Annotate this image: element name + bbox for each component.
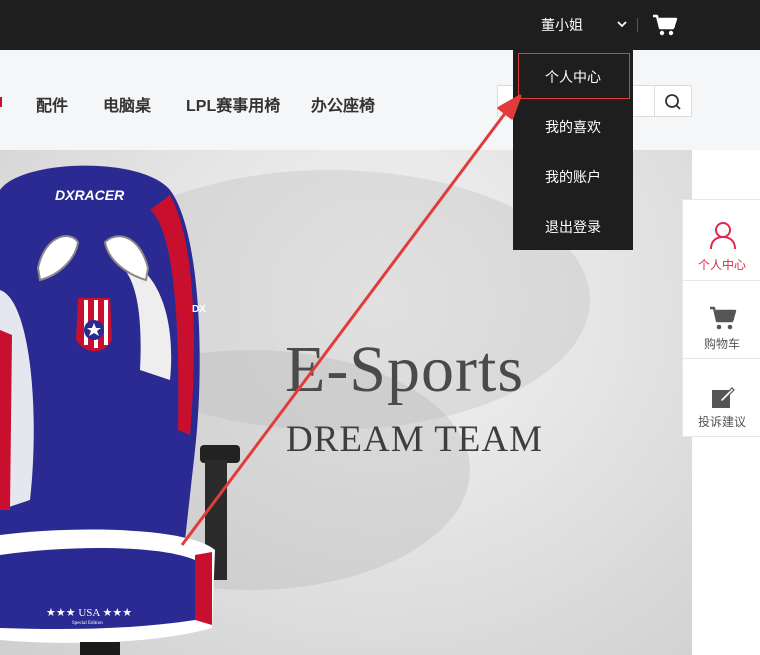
username-link[interactable]: 董小姐 — [541, 15, 583, 35]
user-icon — [709, 220, 737, 255]
chevron-down-icon[interactable] — [616, 17, 628, 36]
side-item-feedback[interactable]: 投诉建议 — [683, 358, 760, 437]
nav-item-partial[interactable] — [0, 97, 2, 107]
nav-item-lpl-chairs[interactable]: LPL赛事用椅 — [186, 92, 280, 116]
side-float-bar: 个人中心 购物车 投诉建议 — [682, 199, 760, 437]
chair-logo-text: DXRACER — [55, 187, 125, 203]
chair-seat-text: ★★★ USA ★★★ — [46, 607, 132, 619]
menu-item-my-account[interactable]: 我的账户 — [513, 167, 633, 187]
chair-badge-text: DX — [192, 304, 206, 315]
annotation-highlight-box — [518, 53, 630, 99]
search-button[interactable] — [655, 85, 692, 117]
banner-subline: DREAM TEAM — [286, 419, 544, 460]
edit-icon — [711, 385, 735, 414]
side-label-cart: 购物车 — [703, 337, 740, 351]
banner-headline: E-Sports — [285, 333, 524, 406]
side-item-personal-center[interactable]: 个人中心 — [683, 200, 760, 278]
cart-icon[interactable] — [652, 13, 678, 42]
side-item-cart[interactable]: 购物车 — [683, 280, 760, 359]
menu-item-my-favorites[interactable]: 我的喜欢 — [513, 117, 633, 137]
side-label-feedback: 投诉建议 — [697, 415, 746, 429]
nav-item-desk[interactable]: 电脑桌 — [103, 92, 151, 116]
divider — [637, 18, 638, 32]
nav-item-office-chairs[interactable]: 办公座椅 — [311, 92, 375, 116]
nav-item-accessories[interactable]: 配件 — [36, 92, 68, 116]
side-label-personal-center: 个人中心 — [697, 258, 746, 272]
chair-seat-small-text: Special Edition — [72, 621, 103, 626]
top-bar: 董小姐 — [0, 0, 760, 50]
nav-bar: 配件 电脑桌 LPL赛事用椅 办公座椅 — [0, 50, 760, 150]
menu-item-logout[interactable]: 退出登录 — [513, 217, 633, 237]
cart-icon — [709, 305, 737, 336]
